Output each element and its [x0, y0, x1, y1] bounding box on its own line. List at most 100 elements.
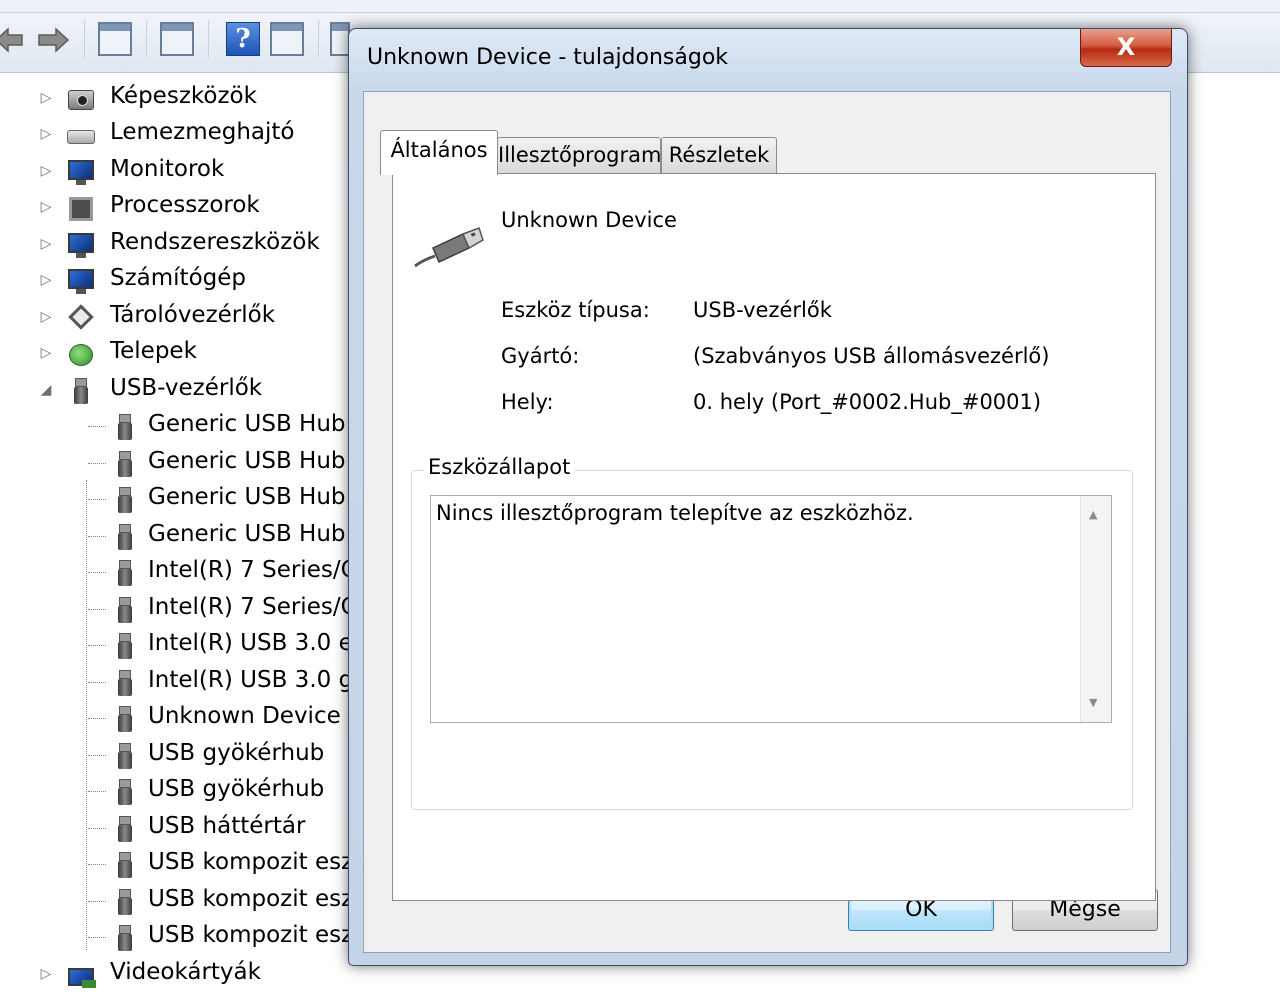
- tree-device-item[interactable]: Intel(R) 7 Series/C2: [0, 591, 371, 627]
- dialog-client-area: Általános Illesztőprogram Részletek Unkn…: [363, 91, 1171, 953]
- tree-device-item[interactable]: Generic USB Hub: [0, 445, 360, 481]
- collapse-arrow-icon[interactable]: ◢: [38, 382, 54, 398]
- tab-panel-general: Unknown Device Eszköz típusa: USB-vezérl…: [392, 173, 1156, 901]
- tree-category-label: Lemezmeghajtó: [110, 119, 295, 145]
- tree-device-item[interactable]: USB kompozit eszk: [0, 846, 367, 882]
- usb-icon: [108, 850, 142, 880]
- tree-device-label: USB kompozit eszk: [148, 849, 367, 875]
- usb-plug-icon: [414, 227, 484, 268]
- back-arrow-icon[interactable]: [0, 26, 24, 54]
- tree-device-label: USB kompozit eszk: [148, 922, 367, 948]
- usb-icon: [108, 449, 142, 479]
- tree-device-label: Intel(R) 7 Series/C2: [148, 557, 372, 583]
- usb-icon: [108, 704, 142, 734]
- action-pane-icon[interactable]: [270, 22, 304, 56]
- tab-driver[interactable]: Illesztőprogram: [497, 137, 661, 173]
- tree-device-label: USB gyökérhub: [148, 740, 325, 766]
- menu-strip: [0, 0, 1280, 13]
- tree-category[interactable]: ▷ Tárolóvezérlők: [0, 299, 360, 335]
- tree-category[interactable]: ▷ Képeszközök: [0, 80, 360, 116]
- tree-device-item[interactable]: Generic USB Hub: [0, 481, 360, 517]
- tree-device-label: Intel(R) 7 Series/C2: [148, 594, 372, 620]
- tree-category-usb[interactable]: ◢ USB-vezérlők: [0, 372, 360, 408]
- expand-arrow-icon[interactable]: ▷: [38, 199, 54, 215]
- tree-category-label: Rendszereszközök: [110, 229, 320, 255]
- usb-icon: [108, 741, 142, 771]
- device-status-group: Eszközállapot Nincs illesztőprogram tele…: [411, 455, 1133, 810]
- expand-arrow-icon[interactable]: ▷: [38, 966, 54, 982]
- show-hide-console-tree-icon[interactable]: [98, 22, 132, 56]
- tree-device-item[interactable]: USB kompozit eszk: [0, 919, 367, 955]
- device-tree: ▷ Képeszközök ▷ Lemezmeghajtó ▷ Monitoro…: [0, 78, 381, 1006]
- toolbar-separator: [146, 20, 148, 58]
- tree-device-item[interactable]: USB gyökérhub: [0, 773, 360, 809]
- device-status-textbox[interactable]: Nincs illesztőprogram telepítve az eszkö…: [430, 495, 1112, 723]
- usb-icon: [108, 595, 142, 625]
- help-icon[interactable]: ?: [226, 22, 260, 56]
- toolbar-separator: [318, 20, 320, 58]
- tree-device-item[interactable]: USB gyökérhub: [0, 737, 360, 773]
- expand-arrow-icon[interactable]: ▷: [38, 163, 54, 179]
- tree-device-label: Unknown Device: [148, 703, 341, 729]
- expand-arrow-icon[interactable]: ▷: [38, 309, 54, 325]
- device-name: Unknown Device: [501, 208, 677, 232]
- tree-category-label: Számítógép: [110, 265, 247, 291]
- toolbar-separator: [84, 20, 86, 58]
- scroll-up-arrow-icon[interactable]: ▲: [1089, 508, 1097, 521]
- tree-device-label: Generic USB Hub: [148, 484, 346, 510]
- expand-arrow-icon[interactable]: ▷: [38, 236, 54, 252]
- tree-category-label: Monitorok: [110, 156, 225, 182]
- tree-device-item[interactable]: Generic USB Hub: [0, 408, 360, 444]
- computer-icon: [64, 266, 98, 296]
- tree-category[interactable]: ▷ Telepek: [0, 335, 360, 371]
- expand-arrow-icon[interactable]: ▷: [38, 90, 54, 106]
- close-button[interactable]: X: [1080, 29, 1172, 67]
- tab-details[interactable]: Részletek: [661, 137, 777, 173]
- usb-icon: [108, 814, 142, 844]
- tree-device-label: Generic USB Hub: [148, 448, 346, 474]
- tree-category[interactable]: ▷ Videokártyák: [0, 956, 360, 992]
- tree-device-item[interactable]: USB kompozit eszk: [0, 883, 367, 919]
- scan-hardware-icon[interactable]: [330, 22, 350, 56]
- expand-arrow-icon[interactable]: ▷: [38, 345, 54, 361]
- tree-device-item[interactable]: Intel(R) USB 3.0 eXt: [0, 627, 378, 663]
- tree-device-item[interactable]: Generic USB Hub: [0, 518, 360, 554]
- tree-device-label: Intel(R) USB 3.0 eXt: [148, 630, 378, 656]
- tree-category[interactable]: ▷ Monitorok: [0, 153, 360, 189]
- scroll-down-arrow-icon[interactable]: ▼: [1089, 696, 1097, 709]
- tree-device-label: Generic USB Hub: [148, 411, 346, 437]
- device-type-label: Eszköz típusa:: [501, 298, 650, 322]
- usb-icon: [108, 631, 142, 661]
- usb-icon: [108, 668, 142, 698]
- usb-icon: [108, 923, 142, 953]
- tab-general[interactable]: Általános: [380, 130, 498, 175]
- tree-device-item[interactable]: Unknown Device: [0, 700, 360, 736]
- usb-icon: [108, 887, 142, 917]
- tree-category-label: Processzorok: [110, 192, 260, 218]
- usb-icon: [108, 777, 142, 807]
- expand-arrow-icon[interactable]: ▷: [38, 272, 54, 288]
- tree-device-item[interactable]: Intel(R) USB 3.0 gyö: [0, 664, 381, 700]
- tree-category[interactable]: ▷ Processzorok: [0, 189, 360, 225]
- tree-device-label: USB háttértár: [148, 813, 306, 839]
- usb-icon: [64, 376, 98, 406]
- location-value: 0. hely (Port_#0002.Hub_#0001): [693, 390, 1042, 414]
- device-type-value: USB-vezérlők: [693, 298, 832, 322]
- tree-category-label: Tárolóvezérlők: [110, 302, 276, 328]
- usb-icon: [108, 485, 142, 515]
- status-scrollbar[interactable]: ▲ ▼: [1080, 496, 1111, 722]
- tree-device-label: Generic USB Hub: [148, 521, 346, 547]
- forward-arrow-icon[interactable]: [36, 26, 70, 54]
- expand-arrow-icon[interactable]: ▷: [38, 126, 54, 142]
- properties-icon[interactable]: [160, 22, 194, 56]
- usb-icon: [108, 522, 142, 552]
- tree-device-item[interactable]: Intel(R) 7 Series/C2: [0, 554, 371, 590]
- tree-device-label: USB gyökérhub: [148, 776, 325, 802]
- tree-category[interactable]: ▷ Rendszereszközök: [0, 226, 360, 262]
- dialog-title: Unknown Device - tulajdonságok: [367, 45, 729, 70]
- tree-category[interactable]: ▷ Lemezmeghajtó: [0, 116, 360, 152]
- usb-icon: [108, 558, 142, 588]
- tree-device-item[interactable]: USB háttértár: [0, 810, 360, 846]
- monitor-icon: [64, 157, 98, 187]
- tree-category[interactable]: ▷ Számítógép: [0, 262, 360, 298]
